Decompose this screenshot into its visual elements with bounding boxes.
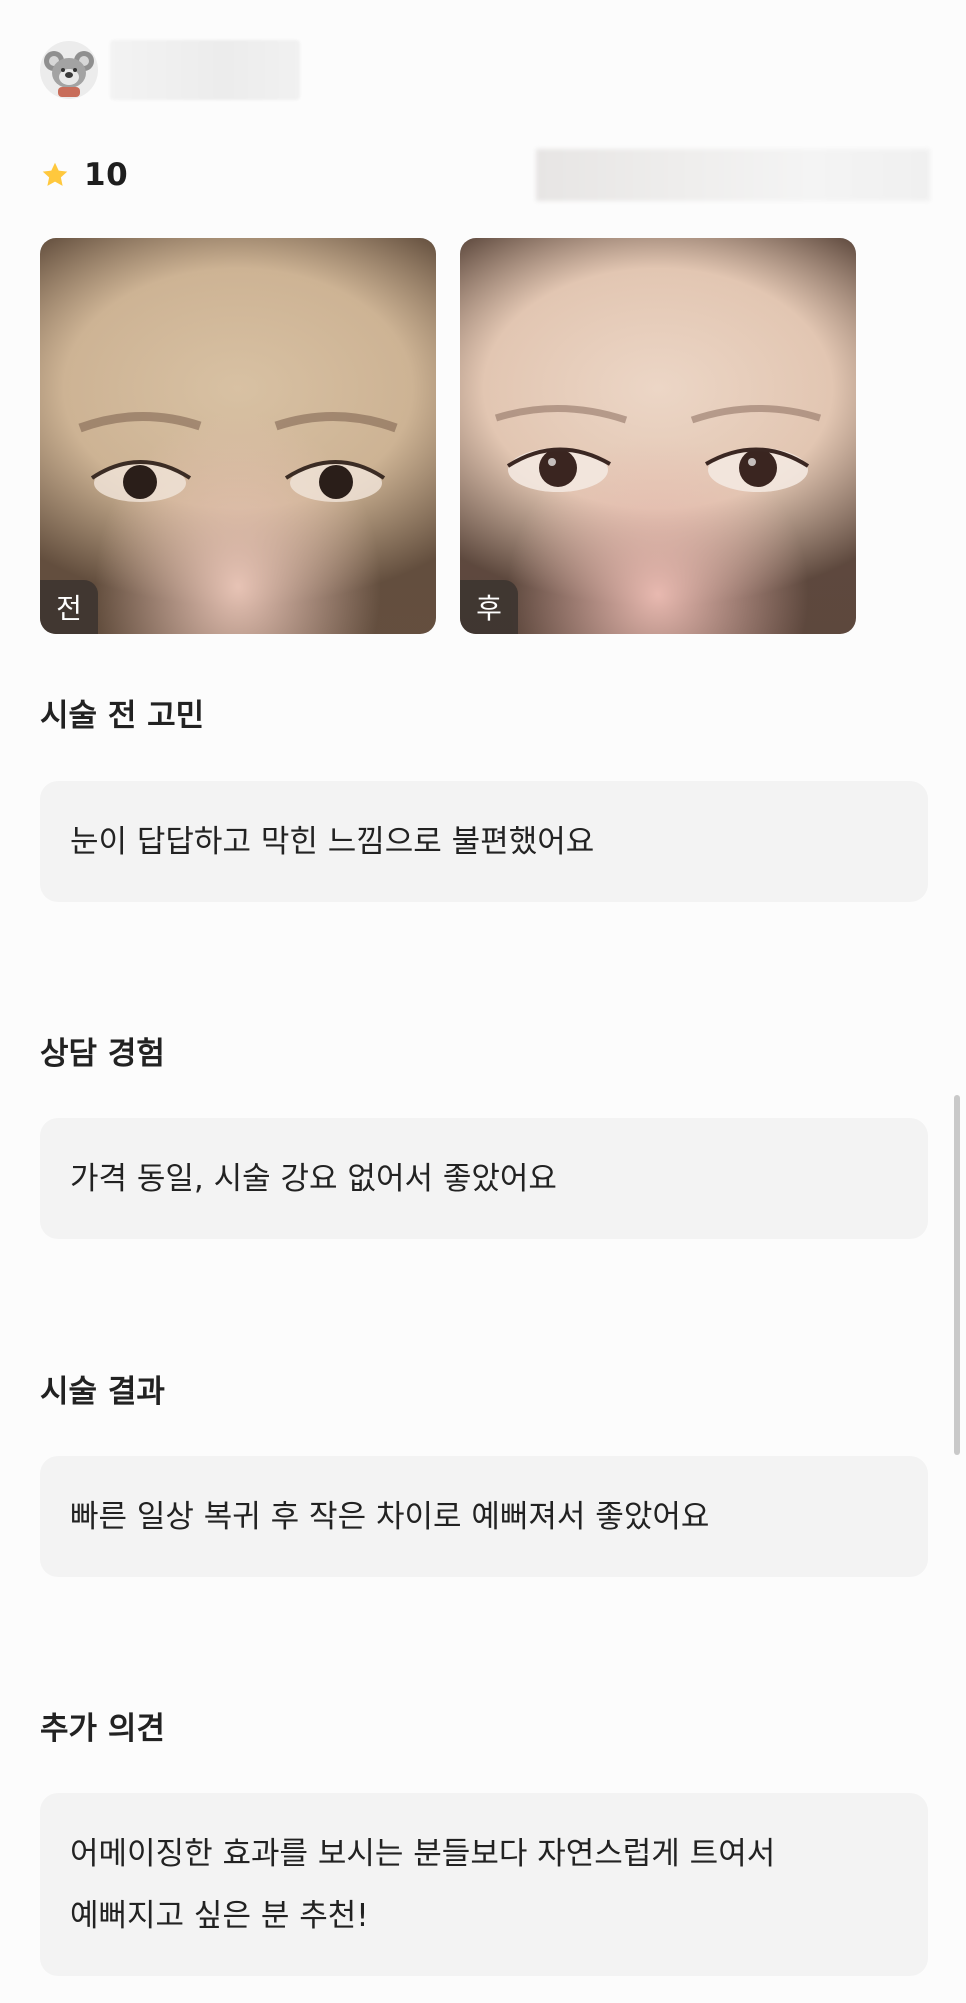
scrollbar[interactable] bbox=[954, 1095, 960, 1455]
after-photo[interactable]: 후 bbox=[460, 238, 856, 634]
answer-result: 빠른 일상 복귀 후 작은 차이로 예뻐져서 좋았어요 bbox=[40, 1456, 928, 1577]
rating-row: 10 bbox=[40, 150, 128, 200]
after-tag: 후 bbox=[460, 580, 518, 634]
answer-additional-line-2: 예뻐지고 싶은 분 추천! bbox=[70, 1897, 369, 1934]
before-tag: 전 bbox=[40, 580, 98, 634]
section-title-consultation: 상담 경험 bbox=[40, 1036, 165, 1072]
answer-consultation: 가격 동일, 시술 강요 없어서 좋았어요 bbox=[40, 1118, 928, 1239]
before-photo[interactable]: 전 bbox=[40, 238, 436, 634]
star-icon bbox=[42, 162, 68, 186]
reviewer-header bbox=[40, 40, 98, 100]
before-after-photos: 전 후 bbox=[40, 238, 856, 634]
section-title-concern: 시술 전 고민 bbox=[40, 698, 205, 734]
reviewer-name-obscured bbox=[110, 40, 300, 100]
answer-additional-line-1: 어메이징한 효과를 보시는 분들보다 자연스럽게 트여서 bbox=[70, 1835, 776, 1872]
review-date-obscured bbox=[536, 149, 930, 201]
answer-additional: 어메이징한 효과를 보시는 분들보다 자연스럽게 트여서 예뻐지고 싶은 분 추… bbox=[40, 1793, 928, 1976]
answer-concern: 눈이 답답하고 막힌 느낌으로 불편했어요 bbox=[40, 781, 928, 902]
rating-value: 10 bbox=[84, 157, 129, 193]
koala-avatar-icon[interactable] bbox=[40, 41, 98, 99]
section-title-additional: 추가 의견 bbox=[40, 1711, 165, 1747]
section-title-result: 시술 결과 bbox=[40, 1374, 165, 1410]
